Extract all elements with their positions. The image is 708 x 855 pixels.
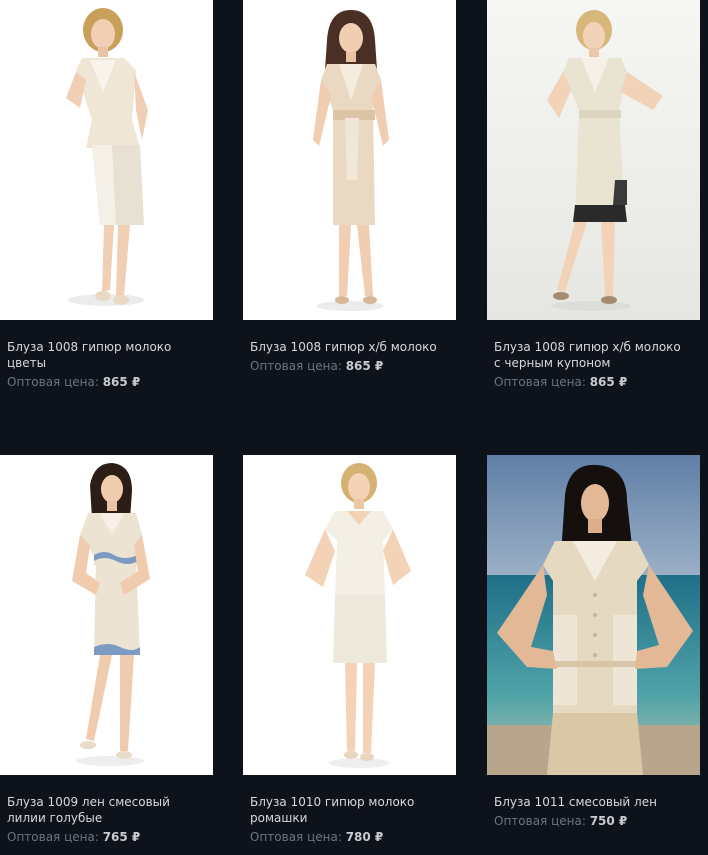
price-label: Оптовая цена: (7, 375, 99, 389)
product-title[interactable]: Блуза 1011 смесовый лен (487, 794, 687, 810)
product-title[interactable]: Блуза 1008 гипюр х/б молоко с черным куп… (487, 339, 687, 371)
product-price: Оптовая цена: 765 ₽ (0, 829, 213, 845)
product-photo[interactable] (0, 0, 213, 320)
price-label: Оптовая цена: (250, 830, 342, 844)
product-card[interactable]: Блуза 1008 гипюр молоко цветы Оптовая це… (0, 0, 213, 390)
product-grid: Блуза 1008 гипюр молоко цветы Оптовая це… (0, 0, 708, 855)
product-photo[interactable] (243, 455, 456, 775)
price-label: Оптовая цена: (494, 814, 586, 828)
product-photo[interactable] (243, 0, 456, 320)
product-photo[interactable] (487, 0, 700, 320)
product-card[interactable]: Блуза 1011 смесовый лен Оптовая цена: 75… (487, 455, 700, 829)
product-photo[interactable] (487, 455, 700, 775)
product-card[interactable]: Блуза 1010 гипюр молоко ромашки Оптовая … (243, 455, 456, 845)
product-price: Оптовая цена: 780 ₽ (243, 829, 456, 845)
price-value: 780 ₽ (345, 830, 384, 844)
product-card[interactable]: Блуза 1008 гипюр х/б молоко с черным куп… (487, 0, 700, 390)
product-price: Оптовая цена: 865 ₽ (0, 374, 213, 390)
product-card[interactable]: Блуза 1008 гипюр х/б молоко Оптовая цена… (243, 0, 456, 374)
product-title[interactable]: Блуза 1008 гипюр молоко цветы (0, 339, 200, 371)
price-label: Оптовая цена: (250, 359, 342, 373)
product-price: Оптовая цена: 865 ₽ (487, 374, 700, 390)
product-photo[interactable] (0, 455, 213, 775)
price-label: Оптовая цена: (494, 375, 586, 389)
product-price: Оптовая цена: 865 ₽ (243, 358, 456, 374)
price-value: 750 ₽ (589, 814, 628, 828)
product-card[interactable]: Блуза 1009 лен смесовый лилии голубые Оп… (0, 455, 213, 845)
product-title[interactable]: Блуза 1009 лен смесовый лилии голубые (0, 794, 200, 826)
product-title[interactable]: Блуза 1008 гипюр х/б молоко (243, 339, 443, 355)
product-price: Оптовая цена: 750 ₽ (487, 813, 700, 829)
product-title[interactable]: Блуза 1010 гипюр молоко ромашки (243, 794, 443, 826)
price-value: 865 ₽ (345, 359, 384, 373)
price-value: 865 ₽ (102, 375, 141, 389)
price-label: Оптовая цена: (7, 830, 99, 844)
price-value: 765 ₽ (102, 830, 141, 844)
price-value: 865 ₽ (589, 375, 628, 389)
